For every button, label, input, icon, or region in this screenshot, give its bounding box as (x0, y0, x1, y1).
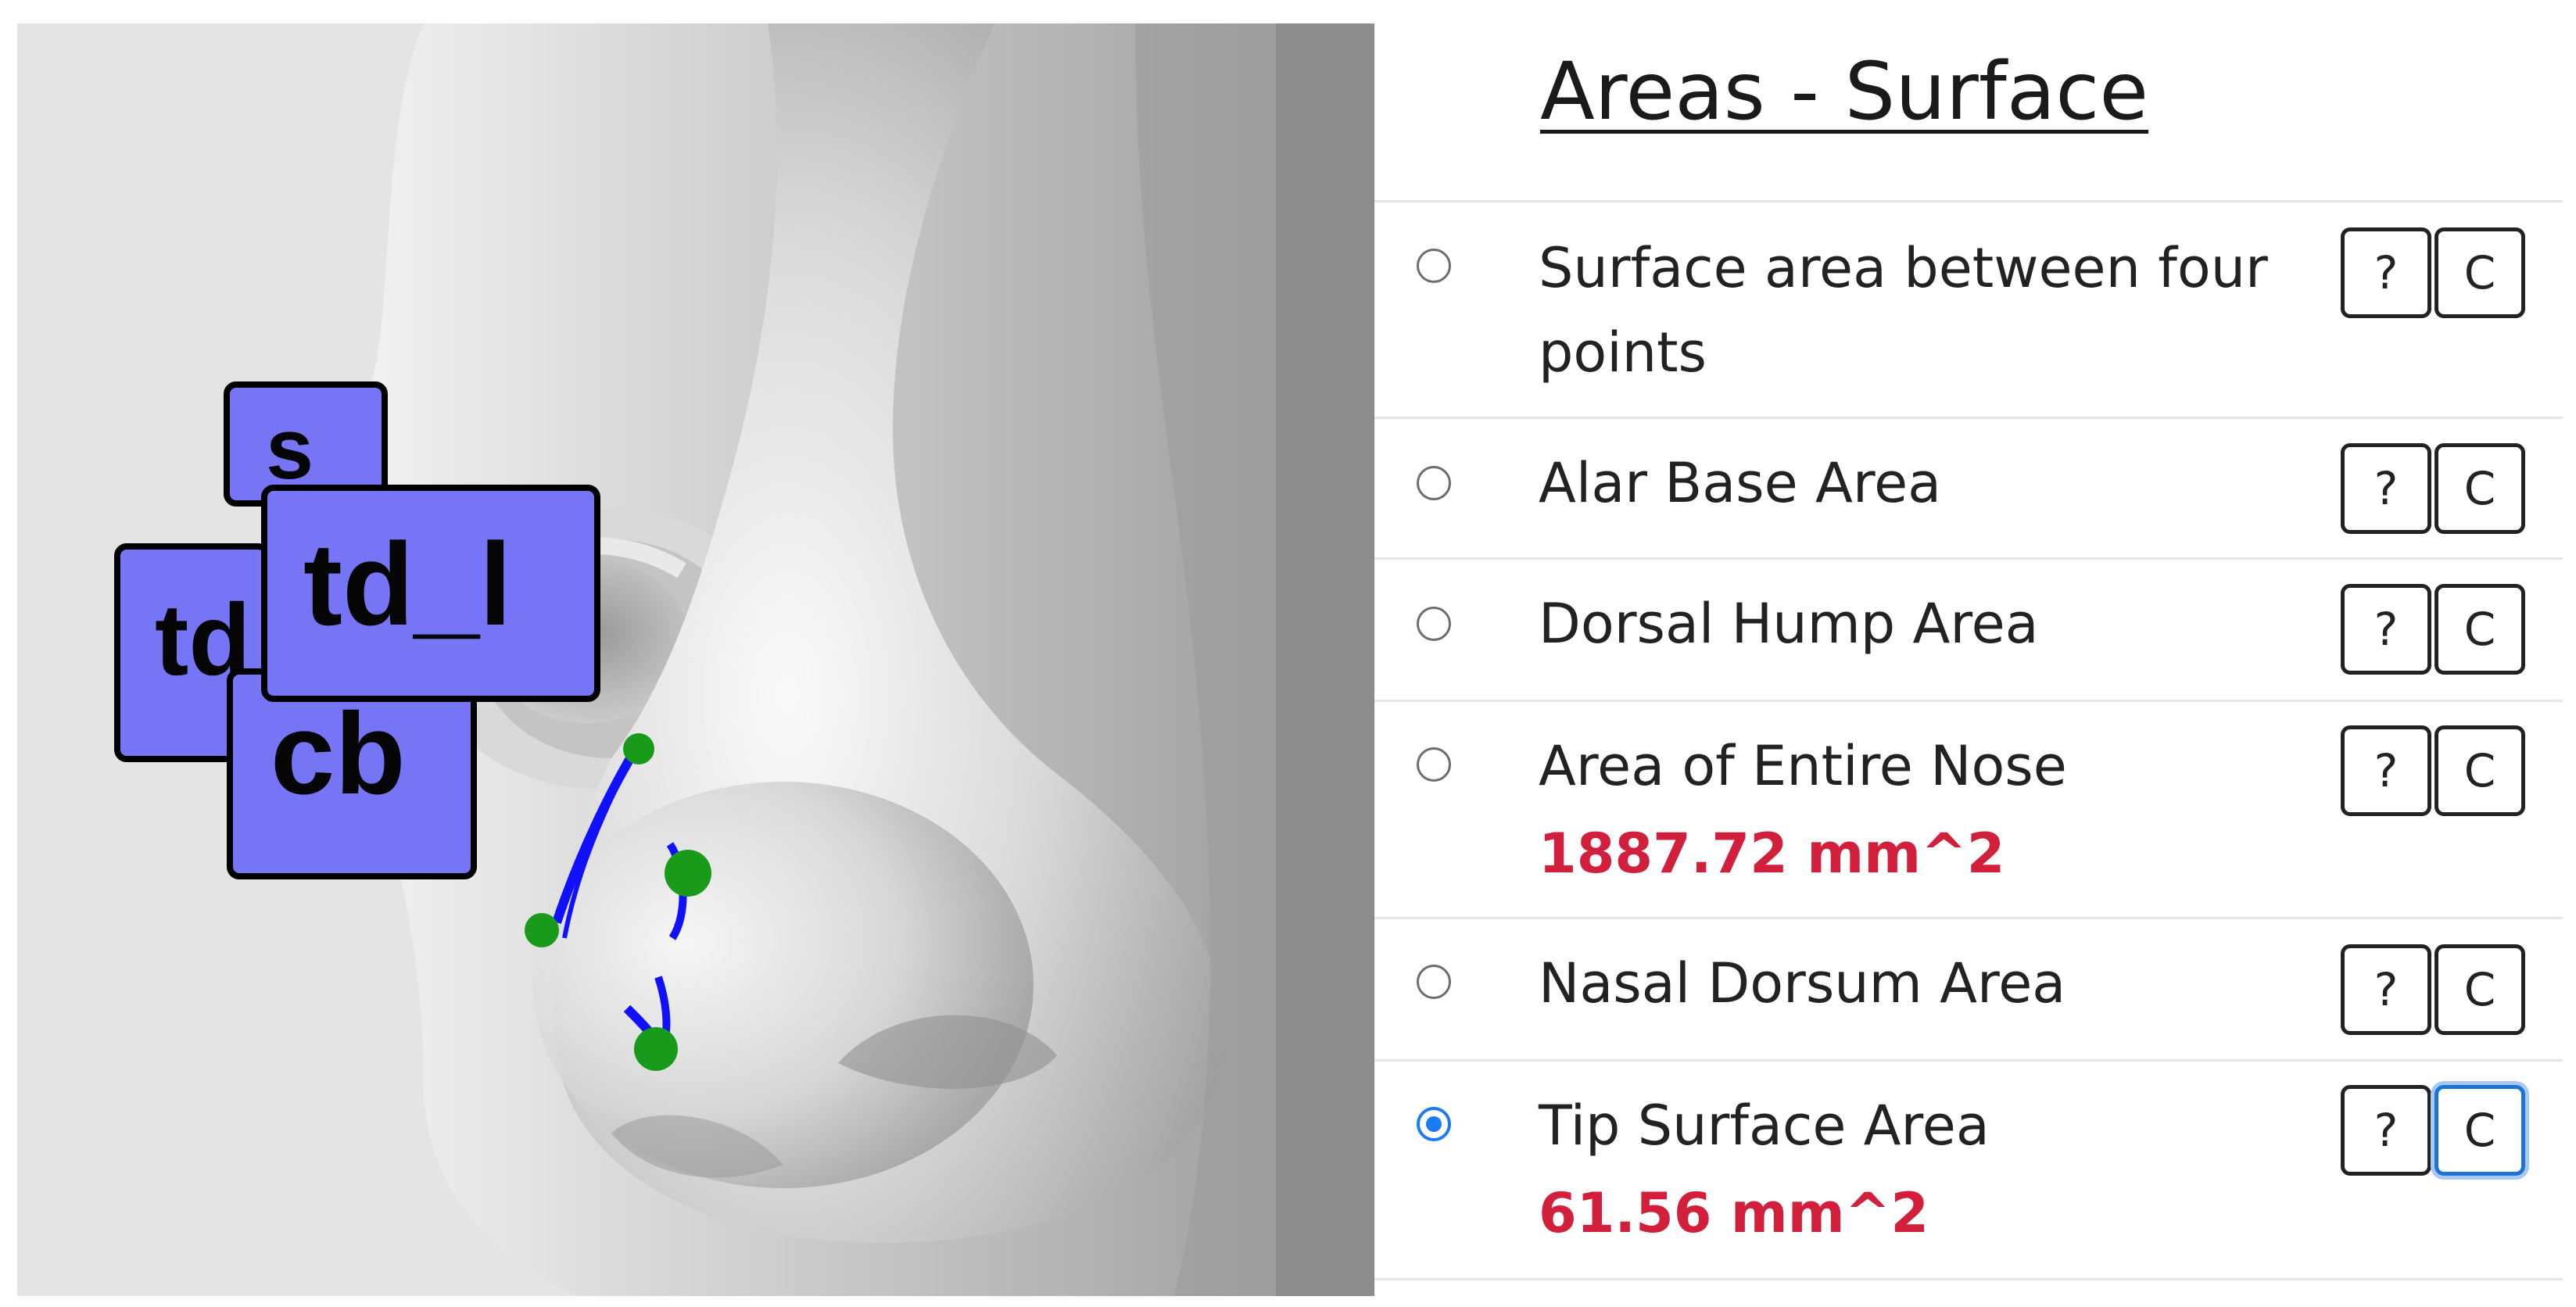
measurement-row: Dorsal Hump Area ? C (1374, 557, 2563, 702)
calculate-button[interactable]: C (2434, 725, 2525, 816)
measurement-label: Dorsal Hump Area (1539, 592, 2039, 656)
measurement-radio[interactable] (1417, 965, 1451, 999)
help-button[interactable]: ? (2341, 944, 2431, 1035)
measurement-radio[interactable] (1417, 747, 1451, 782)
help-button[interactable]: ? (2341, 584, 2431, 675)
help-button[interactable]: ? (2341, 443, 2431, 534)
measurement-row: Tip Surface Area 61.56 mm^2 ? C (1374, 1059, 2563, 1280)
help-button[interactable]: ? (2341, 1085, 2431, 1176)
calculate-button[interactable]: C (2434, 443, 2525, 534)
measurement-value: 1887.72 mm^2 (1539, 822, 2005, 886)
measurement-row: Surface area between four points ? C (1374, 200, 2563, 419)
calculate-button[interactable]: C (2434, 227, 2525, 318)
help-button[interactable]: ? (2341, 725, 2431, 816)
measurement-label: Surface area between four points (1539, 236, 2268, 385)
measurement-radio-selected[interactable] (1417, 1107, 1451, 1141)
landmark-label-td_l[interactable]: td_l (261, 485, 600, 702)
measurement-row: Area of Entire Nose 1887.72 mm^2 ? C (1374, 700, 2563, 919)
landmark-point (634, 1027, 678, 1071)
calculate-button[interactable]: C (2434, 584, 2525, 675)
calculate-button[interactable]: C (2434, 1085, 2525, 1176)
measurement-row: Alar Base Area ? C (1374, 417, 2563, 560)
measurement-label: Alar Base Area (1539, 451, 1942, 515)
panel-title: Areas - Surface (1540, 45, 2149, 138)
landmark-point (665, 850, 711, 897)
calculate-button[interactable]: C (2434, 944, 2525, 1035)
landmark-point (525, 913, 559, 947)
measurement-radio[interactable] (1417, 466, 1451, 500)
measurement-radio[interactable] (1417, 249, 1451, 283)
landmark-point (623, 733, 654, 765)
measurement-radio[interactable] (1417, 607, 1451, 641)
3d-viewer[interactable]: s td cb td_l (17, 23, 1374, 1296)
measurement-label: Tip Surface Area (1539, 1094, 1990, 1158)
measurement-label: Nasal Dorsum Area (1539, 951, 2066, 1015)
measurement-row: Nasal Dorsum Area ? C (1374, 917, 2563, 1062)
help-button[interactable]: ? (2341, 227, 2431, 318)
viewer-edge (1276, 23, 1374, 1296)
measurement-value: 61.56 mm^2 (1539, 1181, 1929, 1245)
measurement-label: Area of Entire Nose (1539, 734, 2067, 798)
measurements-panel: Areas - Surface Surface area between fou… (1374, 0, 2576, 1307)
